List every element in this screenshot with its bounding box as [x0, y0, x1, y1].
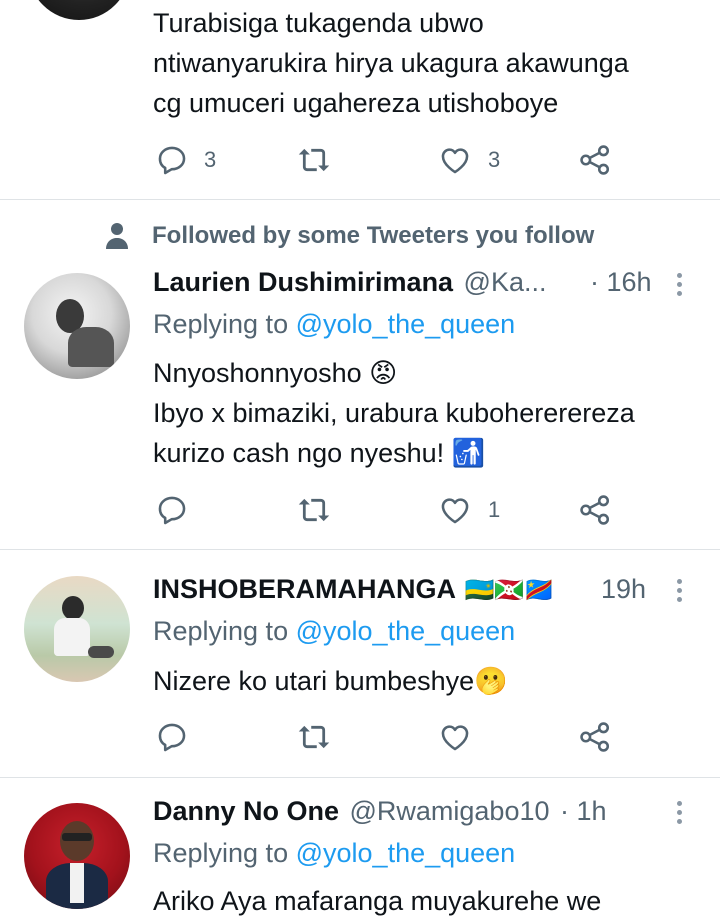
mention-link[interactable]: @yolo_the_queen [296, 838, 516, 868]
avatar[interactable] [28, 0, 130, 20]
avatar[interactable] [24, 803, 130, 909]
like-button[interactable]: 3 [438, 143, 500, 177]
share-icon [578, 143, 612, 177]
tweet-text-line: kurizo cash ngo nyeshu! 🚮 [153, 438, 486, 468]
flag-emojis: 🇷🇼🇧🇮🇨🇩 [464, 577, 555, 604]
display-name[interactable]: INSHOBERAMAHANGA [153, 574, 456, 604]
reply-icon [155, 720, 189, 754]
share-icon [578, 720, 612, 754]
retweet-icon [296, 720, 332, 754]
tweet-header: INSHOBERAMAHANGA 🇷🇼🇧🇮🇨🇩 19h [153, 574, 703, 612]
avatar[interactable] [24, 576, 130, 682]
replying-to-label: Replying to [153, 838, 289, 868]
timestamp[interactable]: 19h [601, 574, 646, 605]
reply-button[interactable] [155, 720, 189, 754]
reply-button[interactable] [155, 493, 189, 527]
like-button[interactable]: 1 [438, 493, 500, 527]
tweet-text-line: ntiwanyarukira hirya ukagura akawunga [153, 48, 629, 78]
heart-icon [438, 143, 472, 177]
tweet-text-line: Turabisiga tukagenda ubwo [153, 8, 484, 38]
reply-icon [155, 143, 189, 177]
like-button[interactable] [438, 720, 472, 754]
retweet-icon [296, 493, 332, 527]
replying-to-label: Replying to [153, 309, 289, 339]
social-context: Followed by some Tweeters you follow [104, 221, 594, 251]
reply-count: 3 [204, 147, 217, 172]
mention-link[interactable]: @yolo_the_queen [296, 616, 516, 646]
heart-icon [438, 720, 472, 754]
social-context-text: Followed by some Tweeters you follow [152, 222, 595, 249]
avatar[interactable] [24, 273, 130, 379]
replying-to: Replying to @yolo_the_queen [153, 616, 515, 647]
tweet-text-line: Nizere ko utari bumbeshye🫢 [153, 666, 508, 696]
more-icon[interactable] [677, 273, 683, 300]
retweet-button[interactable] [296, 493, 332, 527]
more-icon[interactable] [677, 801, 683, 828]
replying-to: Replying to @yolo_the_queen [153, 309, 515, 340]
mention-link[interactable]: @yolo_the_queen [296, 309, 516, 339]
heart-icon [438, 493, 472, 527]
display-name[interactable]: Danny No One [153, 796, 339, 826]
retweet-button[interactable] [296, 720, 332, 754]
share-icon [578, 493, 612, 527]
tweet-header: Laurien Dushimirimana @Ka... · 16h [153, 267, 703, 305]
share-button[interactable] [578, 720, 612, 754]
tweet-text-line: cg umuceri ugahereza utishoboye [153, 88, 559, 118]
timestamp[interactable]: · 16h [590, 267, 652, 298]
replying-to: Replying to @yolo_the_queen [153, 838, 515, 869]
user-handle[interactable]: @Rwamigabo10 [349, 796, 549, 826]
reply-icon [155, 493, 189, 527]
display-name[interactable]: Laurien Dushimirimana [153, 267, 453, 297]
tweet-text-line: Ibyo x bimaziki, urabura kubohererereza [153, 398, 635, 428]
replying-to-label: Replying to [153, 616, 289, 646]
tweet-text-line: Nnyoshonnyosho 😡 [153, 358, 398, 388]
tweet-text-line: Ariko Aya mafaranga muyakurehe we [153, 886, 602, 916]
share-button[interactable] [578, 493, 612, 527]
retweet-button[interactable] [296, 143, 332, 177]
person-icon [104, 221, 130, 251]
tweet-header: Danny No One @Rwamigabo10 · 1h [153, 796, 703, 834]
divider [0, 199, 720, 200]
like-count: 1 [488, 497, 501, 522]
more-icon[interactable] [677, 579, 683, 606]
share-button[interactable] [578, 143, 612, 177]
timestamp[interactable]: · 1h [560, 796, 607, 826]
divider [0, 777, 720, 778]
like-count: 3 [488, 147, 501, 172]
retweet-icon [296, 143, 332, 177]
user-handle[interactable]: @Ka... [464, 267, 547, 297]
divider [0, 549, 720, 550]
reply-button[interactable]: 3 [155, 143, 216, 177]
